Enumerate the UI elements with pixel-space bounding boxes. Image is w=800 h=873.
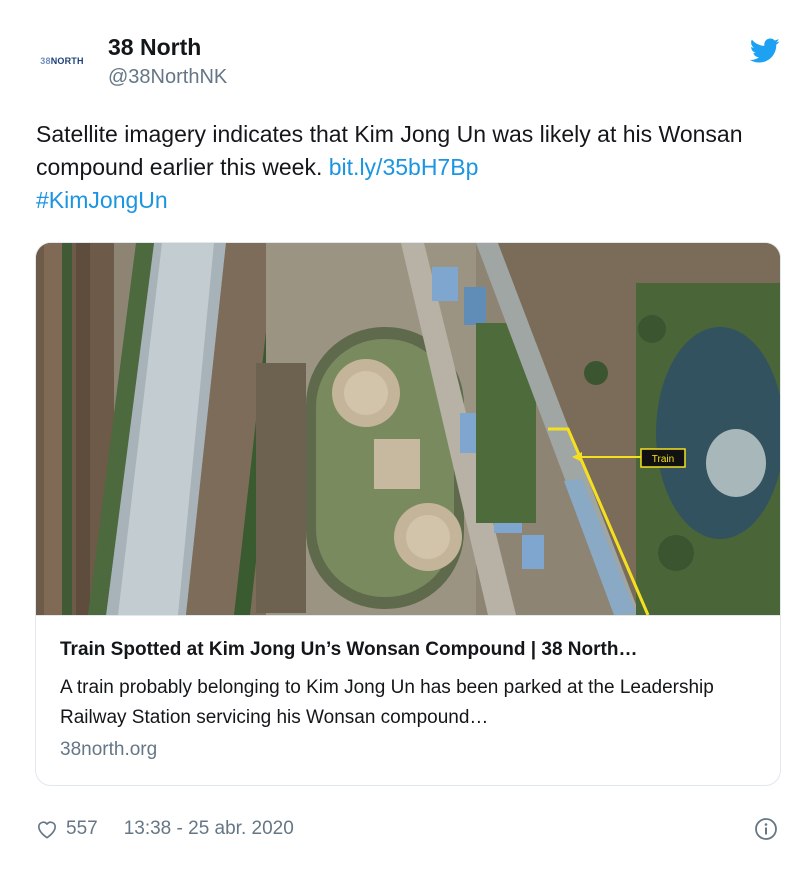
avatar[interactable]: 38NORTH [30, 38, 94, 84]
heart-icon[interactable] [36, 819, 58, 839]
tweet-footer: 557 13:38 - 25 abr. 2020 [36, 814, 294, 844]
tweet-hashtag[interactable]: #KimJongUn [36, 187, 168, 213]
card-satellite-image[interactable]: Train [36, 243, 780, 616]
twitter-bird-icon[interactable] [750, 38, 780, 64]
train-annotation-label: Train [652, 454, 674, 465]
author-handle[interactable]: @38NorthNK [108, 66, 227, 89]
tweet-timestamp[interactable]: 13:38 - 25 abr. 2020 [124, 818, 294, 840]
card-domain[interactable]: 38north.org [60, 739, 157, 761]
card-description: A train probably belonging to Kim Jong U… [60, 677, 714, 728]
tweet: 38NORTH 38 North @38NorthNK Satellite im… [0, 0, 800, 873]
info-icon[interactable] [754, 817, 778, 841]
tweet-link[interactable]: bit.ly/35bH7Bp [329, 154, 479, 180]
card-title[interactable]: Train Spotted at Kim Jong Un’s Wonsan Co… [60, 639, 760, 661]
like-count[interactable]: 557 [66, 818, 98, 840]
link-card[interactable]: Train Train Spotted at Kim Jong Un’s Won… [35, 242, 781, 786]
tweet-text: Satellite imagery indicates that Kim Jon… [36, 118, 776, 217]
38-north-logo: 38NORTH [40, 56, 84, 66]
satellite-image: Train [36, 243, 780, 615]
author-name[interactable]: 38 North [108, 34, 201, 61]
